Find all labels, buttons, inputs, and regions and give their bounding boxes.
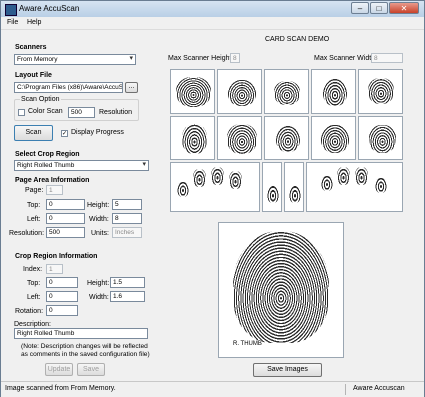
card-title: CARD SCAN DEMO <box>265 36 330 43</box>
page-height-field[interactable]: 5 <box>112 199 142 210</box>
scan-button[interactable]: Scan <box>14 125 53 141</box>
card-tile <box>217 116 262 160</box>
page-width-label: Width: <box>89 216 109 223</box>
color-scan-label: Color Scan <box>28 108 63 115</box>
card-tile <box>264 69 309 114</box>
crop-height-label: Height: <box>87 280 110 287</box>
page-label: Page: <box>25 187 44 194</box>
update-button[interactable]: Update <box>45 363 73 376</box>
scanner-select[interactable]: From Memory <box>14 54 136 65</box>
menu-file[interactable]: File <box>7 19 18 26</box>
title-bar: Aware AccuScan – □ ✕ <box>1 1 424 17</box>
page-left-label: Left: <box>27 216 41 223</box>
page-width-field[interactable]: 8 <box>112 213 142 224</box>
crop-left-label: Left: <box>27 294 41 301</box>
browse-button[interactable]: ... <box>125 82 138 93</box>
app-icon <box>5 4 17 16</box>
units-field: Inches <box>112 227 142 238</box>
check-icon: ✓ <box>62 131 68 137</box>
card-tile <box>358 116 403 160</box>
color-scan-checkbox[interactable] <box>18 109 25 116</box>
max-width-field: 8 <box>371 53 403 63</box>
page-area-heading: Page Area Information <box>15 177 90 184</box>
card-tile <box>217 69 262 114</box>
resolution-label: Resolution <box>99 109 133 116</box>
card-tile <box>170 69 215 114</box>
page-top-label: Top: <box>27 202 41 209</box>
resolution-field[interactable]: 500 <box>68 107 95 118</box>
card-scan-preview <box>166 67 406 213</box>
rotation-field[interactable]: 0 <box>46 305 78 316</box>
page-resolution-field[interactable]: 500 <box>46 227 85 238</box>
page-left-field[interactable]: 0 <box>46 213 85 224</box>
display-progress-checkbox[interactable]: ✓ <box>61 130 68 137</box>
minimize-icon[interactable]: – <box>351 2 369 14</box>
description-label: Description: <box>14 321 51 328</box>
status-separator <box>345 384 346 395</box>
description-field[interactable]: Right Rolled Thumb <box>14 328 148 339</box>
scanner-select-value: From Memory <box>17 56 58 63</box>
max-height-label: Max Scanner Height: <box>168 55 234 62</box>
crop-region-heading: Select Crop Region <box>15 151 80 158</box>
layout-file-field[interactable]: C:\Program Files (x86)\Aware\AccuSca <box>14 82 123 93</box>
status-bar: Image scanned from From Memory. Aware Ac… <box>1 381 424 397</box>
crop-top-field[interactable]: 0 <box>46 277 78 288</box>
status-app-name: Aware Accuscan <box>353 385 405 392</box>
page-height-label: Height: <box>87 202 110 209</box>
thumb-caption: R. THUMB <box>233 341 262 347</box>
card-tile-thumb-right <box>284 162 304 212</box>
crop-region-select-value: Right Rolled Thumb <box>17 162 75 169</box>
crop-region-select[interactable]: Right Rolled Thumb <box>14 160 149 171</box>
card-tile <box>311 116 356 160</box>
crop-info-heading: Crop Region Information <box>15 253 98 260</box>
layout-file-heading: Layout File <box>15 72 52 79</box>
crop-left-field[interactable]: 0 <box>46 291 78 302</box>
card-tile-slap-right <box>306 162 403 212</box>
card-tile <box>358 69 403 114</box>
card-tile-thumb-left <box>262 162 282 212</box>
description-note-line1: (Note: Description changes will be refle… <box>21 343 148 350</box>
card-tile <box>311 69 356 114</box>
page-resolution-label: Resolution: <box>9 230 45 237</box>
display-progress-label: Display Progress <box>71 129 124 136</box>
menu-bar: File Help <box>1 17 424 30</box>
card-tile <box>264 116 309 160</box>
window-title: Aware AccuScan <box>19 4 80 13</box>
save-button[interactable]: Save <box>77 363 105 376</box>
maximize-icon[interactable]: □ <box>370 2 388 14</box>
crop-width-field[interactable]: 1.6 <box>110 291 145 302</box>
page-top-field[interactable]: 0 <box>46 199 85 210</box>
crop-top-label: Top: <box>27 280 41 287</box>
status-message: Image scanned from From Memory. <box>5 385 116 392</box>
crop-index-field: 1 <box>46 264 63 274</box>
max-width-label: Max Scanner Width: <box>314 55 378 62</box>
crop-width-label: Width: <box>89 294 109 301</box>
units-label: Units: <box>91 230 109 237</box>
crop-height-field[interactable]: 1.5 <box>110 277 145 288</box>
card-tile-slap-left <box>170 162 260 212</box>
save-images-button[interactable]: Save Images <box>253 363 322 377</box>
scanners-heading: Scanners <box>15 44 47 51</box>
card-tile <box>170 116 215 160</box>
max-height-field: 8 <box>230 53 240 63</box>
page-field: 1 <box>46 185 63 195</box>
cropped-thumb-preview: R. THUMB <box>218 222 344 358</box>
close-icon[interactable]: ✕ <box>389 2 419 14</box>
main-window: Aware AccuScan – □ ✕ File Help Scanners … <box>0 0 425 397</box>
crop-index-label: Index: <box>23 266 43 273</box>
menu-help[interactable]: Help <box>27 19 41 26</box>
scan-option-title: Scan Option <box>20 96 61 103</box>
rotation-label: Rotation: <box>15 308 44 315</box>
description-note-line2: as comments in the saved configuration f… <box>21 351 150 358</box>
